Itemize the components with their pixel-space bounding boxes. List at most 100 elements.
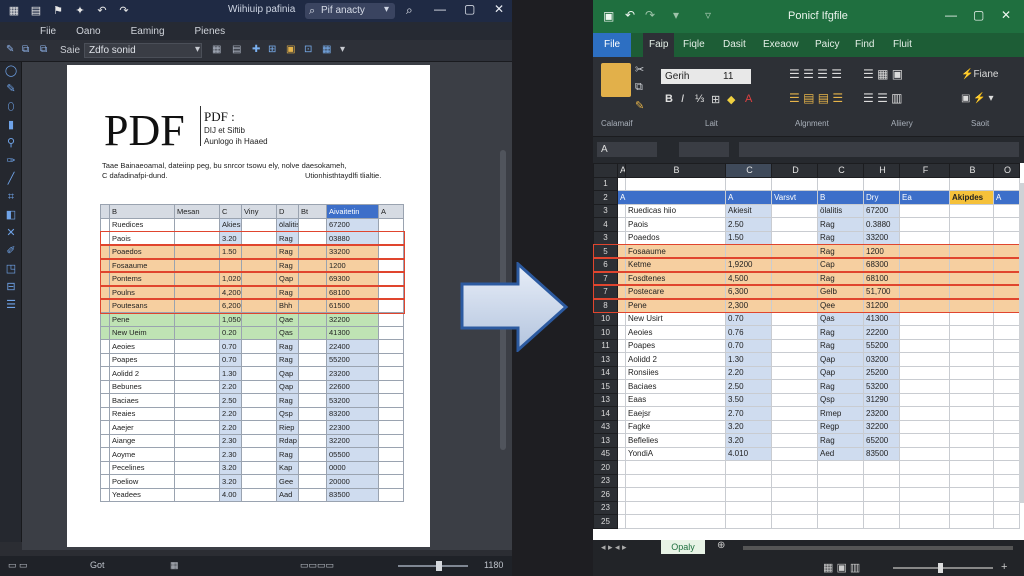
sheet-cell[interactable] — [899, 298, 950, 313]
row-header[interactable]: 7 — [593, 271, 618, 286]
sheet-cell[interactable] — [899, 419, 950, 434]
sheet-cell[interactable]: Fosdtenes — [625, 271, 726, 286]
redo-icon[interactable]: ↷ — [645, 8, 655, 22]
sheet-cell[interactable]: 31200 — [863, 298, 900, 313]
sheet-cell[interactable] — [725, 514, 772, 529]
sheet-cell[interactable] — [949, 298, 994, 313]
sheet-cell[interactable]: Beflelies — [625, 433, 726, 448]
italic-icon[interactable]: I — [681, 93, 684, 105]
sheet-cell[interactable] — [617, 365, 626, 380]
sheet-cell[interactable] — [617, 271, 626, 286]
sheet-cell[interactable]: Rag — [817, 271, 864, 286]
sheet-cell[interactable] — [817, 473, 864, 488]
sheet-cell[interactable]: Paois — [625, 217, 726, 232]
row-header[interactable]: 15 — [593, 379, 618, 394]
sheet-cell[interactable] — [993, 311, 1020, 326]
menu-item-pages[interactable]: Pienes — [195, 26, 226, 37]
row-header[interactable]: 5 — [593, 244, 618, 259]
image-icon[interactable]: ▣ — [286, 44, 295, 55]
sheet-cell[interactable] — [771, 325, 818, 340]
sheet-cell[interactable] — [771, 406, 818, 421]
sheet-cell[interactable] — [899, 352, 950, 367]
sheet-cell[interactable]: Akiesit — [725, 203, 772, 218]
sheet-cell[interactable]: 0.70 — [725, 311, 772, 326]
sheet-cell[interactable]: 51,700 — [863, 284, 900, 299]
sheet-cell[interactable]: 2.70 — [725, 406, 772, 421]
sheet-cell[interactable] — [863, 460, 900, 475]
chevron-down-icon[interactable]: ▾ — [340, 44, 345, 55]
sheet-cell[interactable]: 25200 — [863, 365, 900, 380]
zoom-slider-handle[interactable] — [436, 561, 442, 571]
chevron-down-icon[interactable]: ▾ — [673, 8, 679, 22]
column-header[interactable]: D — [771, 163, 818, 178]
sheet-cell[interactable] — [771, 244, 818, 259]
fill-color-icon[interactable]: ◆ — [727, 93, 735, 106]
layers-icon[interactable]: ☰ — [0, 296, 22, 314]
sheet-cell[interactable]: 67200 — [863, 203, 900, 218]
sheet-cell[interactable] — [993, 217, 1020, 232]
stamp-icon[interactable]: ⚲ — [0, 134, 22, 152]
sheet-cell[interactable] — [899, 244, 950, 259]
sheet-cell[interactable] — [771, 217, 818, 232]
sheet-cell[interactable] — [899, 446, 950, 461]
sheet-cell[interactable] — [899, 311, 950, 326]
sheet-cell[interactable] — [949, 379, 994, 394]
sheet-cell[interactable] — [993, 487, 1020, 502]
sheet-cell[interactable] — [817, 514, 864, 529]
sheet-cell[interactable] — [899, 284, 950, 299]
sheet-cell[interactable]: Aeoies — [625, 325, 726, 340]
sheet-cell[interactable] — [617, 244, 626, 259]
sheet-cell[interactable] — [617, 203, 626, 218]
sheet-cell[interactable] — [993, 244, 1020, 259]
row-header[interactable]: 13 — [593, 352, 618, 367]
link-icon[interactable]: ⧉ — [40, 44, 47, 55]
formula-fx-box[interactable] — [679, 142, 729, 157]
sheet-cell[interactable] — [617, 379, 626, 394]
sheet-cell[interactable]: 68100 — [863, 271, 900, 286]
column-header[interactable] — [593, 163, 618, 178]
close-icon[interactable]: ✕ — [494, 2, 504, 16]
pencil-icon[interactable]: ✐ — [0, 242, 22, 260]
sheet-cell[interactable]: 1,9200 — [725, 257, 772, 272]
sheet-cell[interactable]: 3.20 — [725, 433, 772, 448]
row-header[interactable]: 13 — [593, 392, 618, 407]
sheet-cell[interactable]: Poapes — [625, 338, 726, 353]
sheet-cell[interactable] — [725, 473, 772, 488]
strike-icon[interactable]: ⅓ — [695, 93, 704, 105]
sheet-cell[interactable] — [899, 487, 950, 502]
sheet-cell[interactable] — [993, 352, 1020, 367]
sheet-cell[interactable] — [617, 487, 626, 502]
sheet-cell[interactable] — [617, 230, 626, 245]
sheet-cell[interactable] — [771, 298, 818, 313]
sheet-cell[interactable] — [949, 473, 994, 488]
sheet-cell[interactable] — [771, 271, 818, 286]
copy-icon[interactable]: ⧉ — [22, 44, 29, 55]
tab-home[interactable]: Faip — [643, 33, 675, 57]
sheet-cell[interactable] — [725, 460, 772, 475]
sort-icons[interactable]: ☰ ☰ ▥ — [863, 91, 903, 105]
row-header[interactable]: 26 — [593, 487, 618, 502]
tab-insert[interactable]: Fiqle — [683, 39, 705, 50]
sheet-cell[interactable]: YondiA — [625, 446, 726, 461]
row-header[interactable]: 1 — [593, 176, 618, 191]
sheet-header-cell[interactable]: A — [725, 190, 772, 205]
row-header[interactable]: 25 — [593, 514, 618, 529]
sheet-cell[interactable]: Rag — [817, 325, 864, 340]
sheet-cell[interactable] — [949, 514, 994, 529]
sheet-cell[interactable] — [949, 284, 994, 299]
sheet-cell[interactable] — [617, 284, 626, 299]
row-header[interactable]: 45 — [593, 446, 618, 461]
row-header[interactable]: 3 — [593, 230, 618, 245]
sheet-cell[interactable] — [771, 379, 818, 394]
sheet-cell[interactable]: 6,300 — [725, 284, 772, 299]
sheet-cell[interactable] — [617, 433, 626, 448]
sheet-cell[interactable] — [617, 473, 626, 488]
sheet-cell[interactable] — [949, 244, 994, 259]
fill-icon[interactable]: ◧ — [0, 206, 22, 224]
sheet-cell[interactable] — [817, 176, 864, 191]
sheet-cell[interactable] — [771, 433, 818, 448]
sheet-cell[interactable] — [949, 446, 994, 461]
sheet-header-cell[interactable]: Ea — [899, 190, 950, 205]
sheet-cell[interactable] — [771, 365, 818, 380]
row-header[interactable]: 7 — [593, 284, 618, 299]
